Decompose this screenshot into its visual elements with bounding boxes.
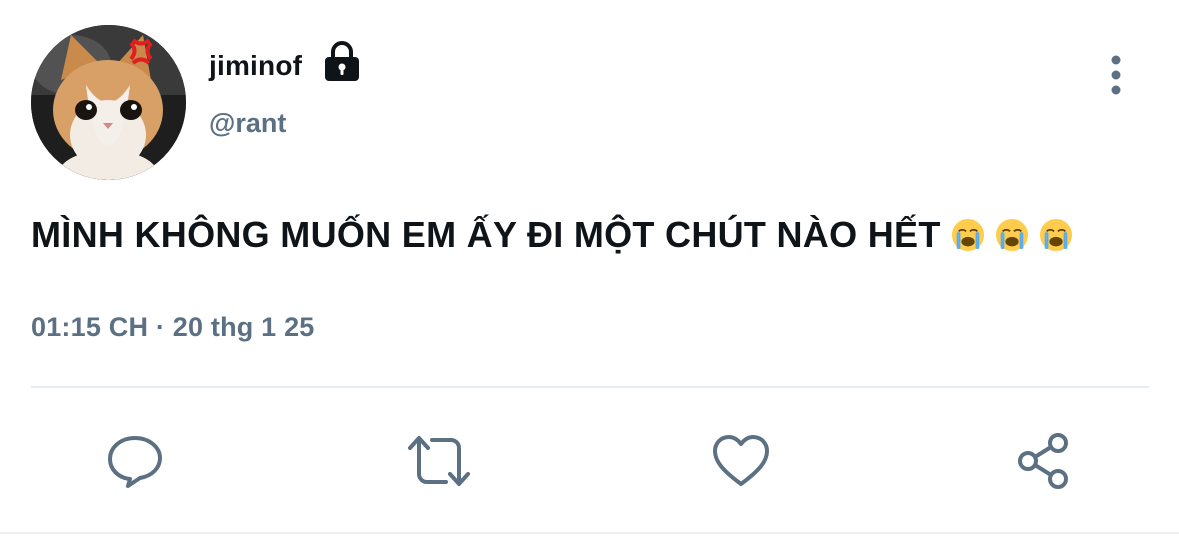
tweet-text-content: MÌNH KHÔNG MUỐN EM ẤY ĐI MỘT CHÚT NÀO HẾ… [31,214,941,255]
user-handle[interactable]: @rant [209,108,286,139]
tweet-text: MÌNH KHÔNG MUỐN EM ẤY ĐI MỘT CHÚT NÀO HẾ… [31,214,1073,256]
reply-icon [108,436,162,488]
avatar[interactable] [31,25,186,180]
retweet-button[interactable] [406,432,472,490]
loudly-crying-face-icon [995,218,1028,252]
retweet-icon [408,436,470,486]
tweet-timestamp[interactable]: 01:15 CH · 20 thg 1 25 [31,312,315,343]
bottom-border [0,532,1179,534]
avatar-cat-image [31,25,186,180]
share-button[interactable] [1016,432,1074,490]
share-icon [1018,433,1068,489]
loudly-crying-face-icon [1039,218,1072,252]
like-button[interactable] [712,432,770,490]
loudly-crying-face-icon [951,218,984,252]
lock-icon [325,41,359,81]
display-name[interactable]: jiminof [209,50,302,82]
heart-icon [713,435,769,486]
reply-button[interactable] [106,432,164,490]
more-vertical-icon[interactable] [1096,52,1136,100]
divider [31,386,1149,388]
